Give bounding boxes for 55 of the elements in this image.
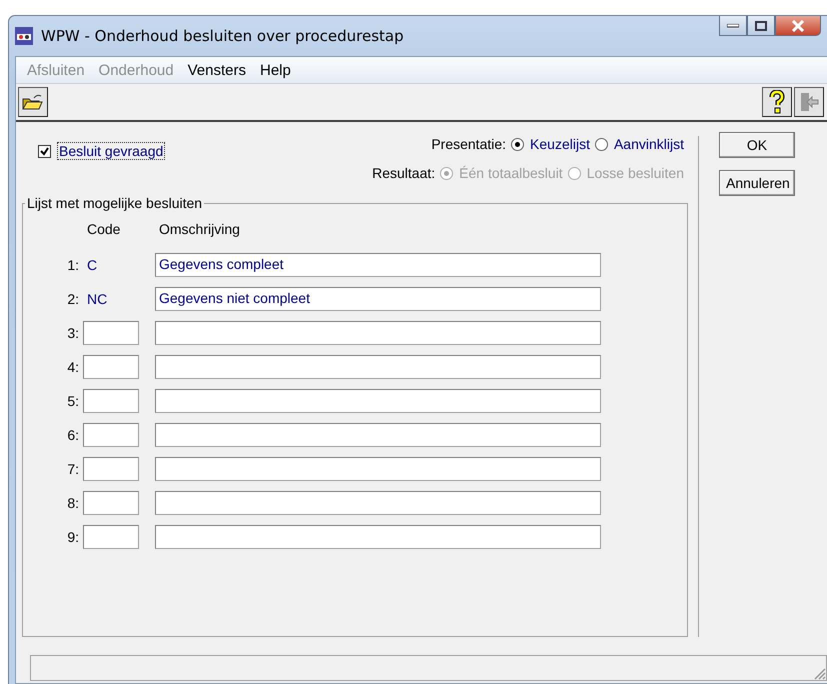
close-button[interactable]	[775, 16, 821, 36]
column-header: Code	[86, 221, 122, 239]
menu-item[interactable]: Help	[254, 62, 296, 78]
row-number: 8:	[66, 495, 79, 511]
description-field[interactable]	[155, 525, 601, 549]
code-field[interactable]	[83, 525, 139, 549]
group-title: Lijst met mogelijke besluiten	[26, 195, 204, 211]
row-number: 1:	[66, 257, 79, 273]
code-field[interactable]	[83, 457, 139, 481]
code-field[interactable]	[83, 389, 139, 413]
description-field[interactable]	[155, 491, 601, 515]
description-field[interactable]	[155, 423, 601, 447]
code-text: NC	[86, 291, 108, 307]
close-icon	[791, 20, 805, 32]
app-icon	[15, 27, 33, 45]
radio-option[interactable]: Keuzelijst	[511, 136, 590, 152]
code-field[interactable]	[83, 355, 139, 379]
radio-button[interactable]	[511, 138, 524, 150]
exit-door-button[interactable]	[794, 87, 824, 117]
maximize-icon	[755, 20, 767, 30]
minimize-button[interactable]	[719, 16, 747, 36]
window-title: WPW - Onderhoud besluiten over procedurestap	[41, 27, 405, 45]
description-field[interactable]	[155, 389, 601, 413]
row-number: 5:	[66, 393, 79, 409]
door-arrow-icon	[799, 91, 819, 113]
radio-group-label: Resultaat:	[372, 165, 436, 181]
row-number: 4:	[66, 359, 79, 375]
description-field[interactable]: Gegevens compleet	[155, 253, 601, 277]
row-number: 9:	[66, 529, 79, 545]
column-header: Omschrijving	[158, 221, 241, 239]
code-text: C	[86, 257, 98, 273]
minimize-icon	[727, 24, 739, 28]
checkbox[interactable]	[38, 144, 51, 158]
row-number: 7:	[66, 461, 79, 477]
folder-icon	[22, 93, 44, 111]
code-field[interactable]	[83, 423, 139, 447]
row-number: 2:	[66, 291, 79, 307]
maximize-button[interactable]	[747, 16, 775, 36]
description-field[interactable]	[155, 355, 601, 379]
menu-item[interactable]: Vensters	[182, 62, 251, 78]
ok-button[interactable]: OK	[719, 132, 795, 158]
radio-option[interactable]: Aanvinklijst	[594, 136, 684, 152]
open-folder-button[interactable]	[18, 87, 48, 117]
description-field[interactable]	[155, 321, 601, 345]
row-number: 6:	[66, 427, 79, 443]
question-mark-icon	[769, 90, 785, 114]
radio-group-label: Presentatie:	[431, 136, 506, 152]
radio-button[interactable]	[594, 138, 608, 150]
code-field[interactable]	[83, 491, 139, 515]
help-button[interactable]	[762, 87, 792, 117]
description-field[interactable]	[155, 457, 601, 481]
row-number: 3:	[66, 325, 79, 341]
description-field[interactable]: Gegevens niet compleet	[155, 287, 601, 311]
code-field[interactable]	[83, 321, 139, 345]
cancel-button[interactable]: Annuleren	[719, 170, 795, 196]
